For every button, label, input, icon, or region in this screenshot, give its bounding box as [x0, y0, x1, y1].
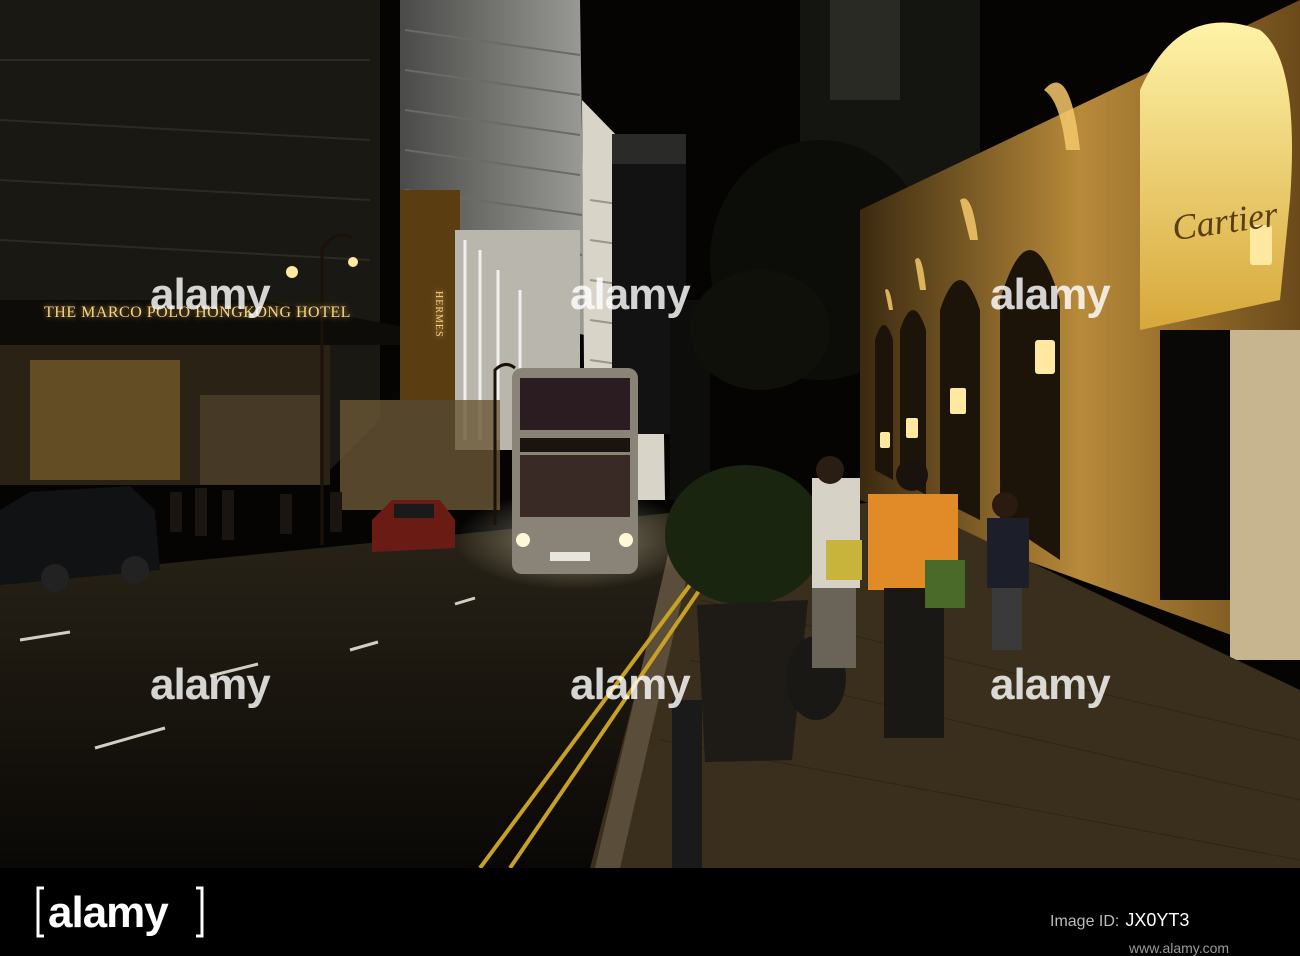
- night-street-photo: THE MARCO POLO HONGKONG HOTEL HERMES Car…: [0, 0, 1300, 868]
- watermark: alamy: [990, 660, 1111, 709]
- shrub: [665, 465, 825, 605]
- watermark: alamy: [150, 660, 271, 709]
- watermark: alamy: [570, 270, 691, 319]
- image-id-label: Image ID:: [1050, 913, 1120, 930]
- image-id: Image ID: JX0YT3: [1050, 910, 1189, 931]
- logo-text: alamy: [48, 888, 169, 937]
- watermark: alamy: [990, 270, 1111, 319]
- street-scene-illustration: [0, 0, 1300, 868]
- alamy-logo[interactable]: alamy: [36, 884, 206, 942]
- website-link[interactable]: www.alamy.com: [1129, 940, 1229, 956]
- watermark: alamy: [150, 270, 271, 319]
- cartier-window: [1140, 22, 1292, 330]
- watermark: alamy: [570, 660, 691, 709]
- pedestrian-white-shirt: [812, 456, 862, 668]
- image-id-value: JX0YT3: [1125, 910, 1190, 930]
- hermes-sign: HERMES: [433, 291, 444, 338]
